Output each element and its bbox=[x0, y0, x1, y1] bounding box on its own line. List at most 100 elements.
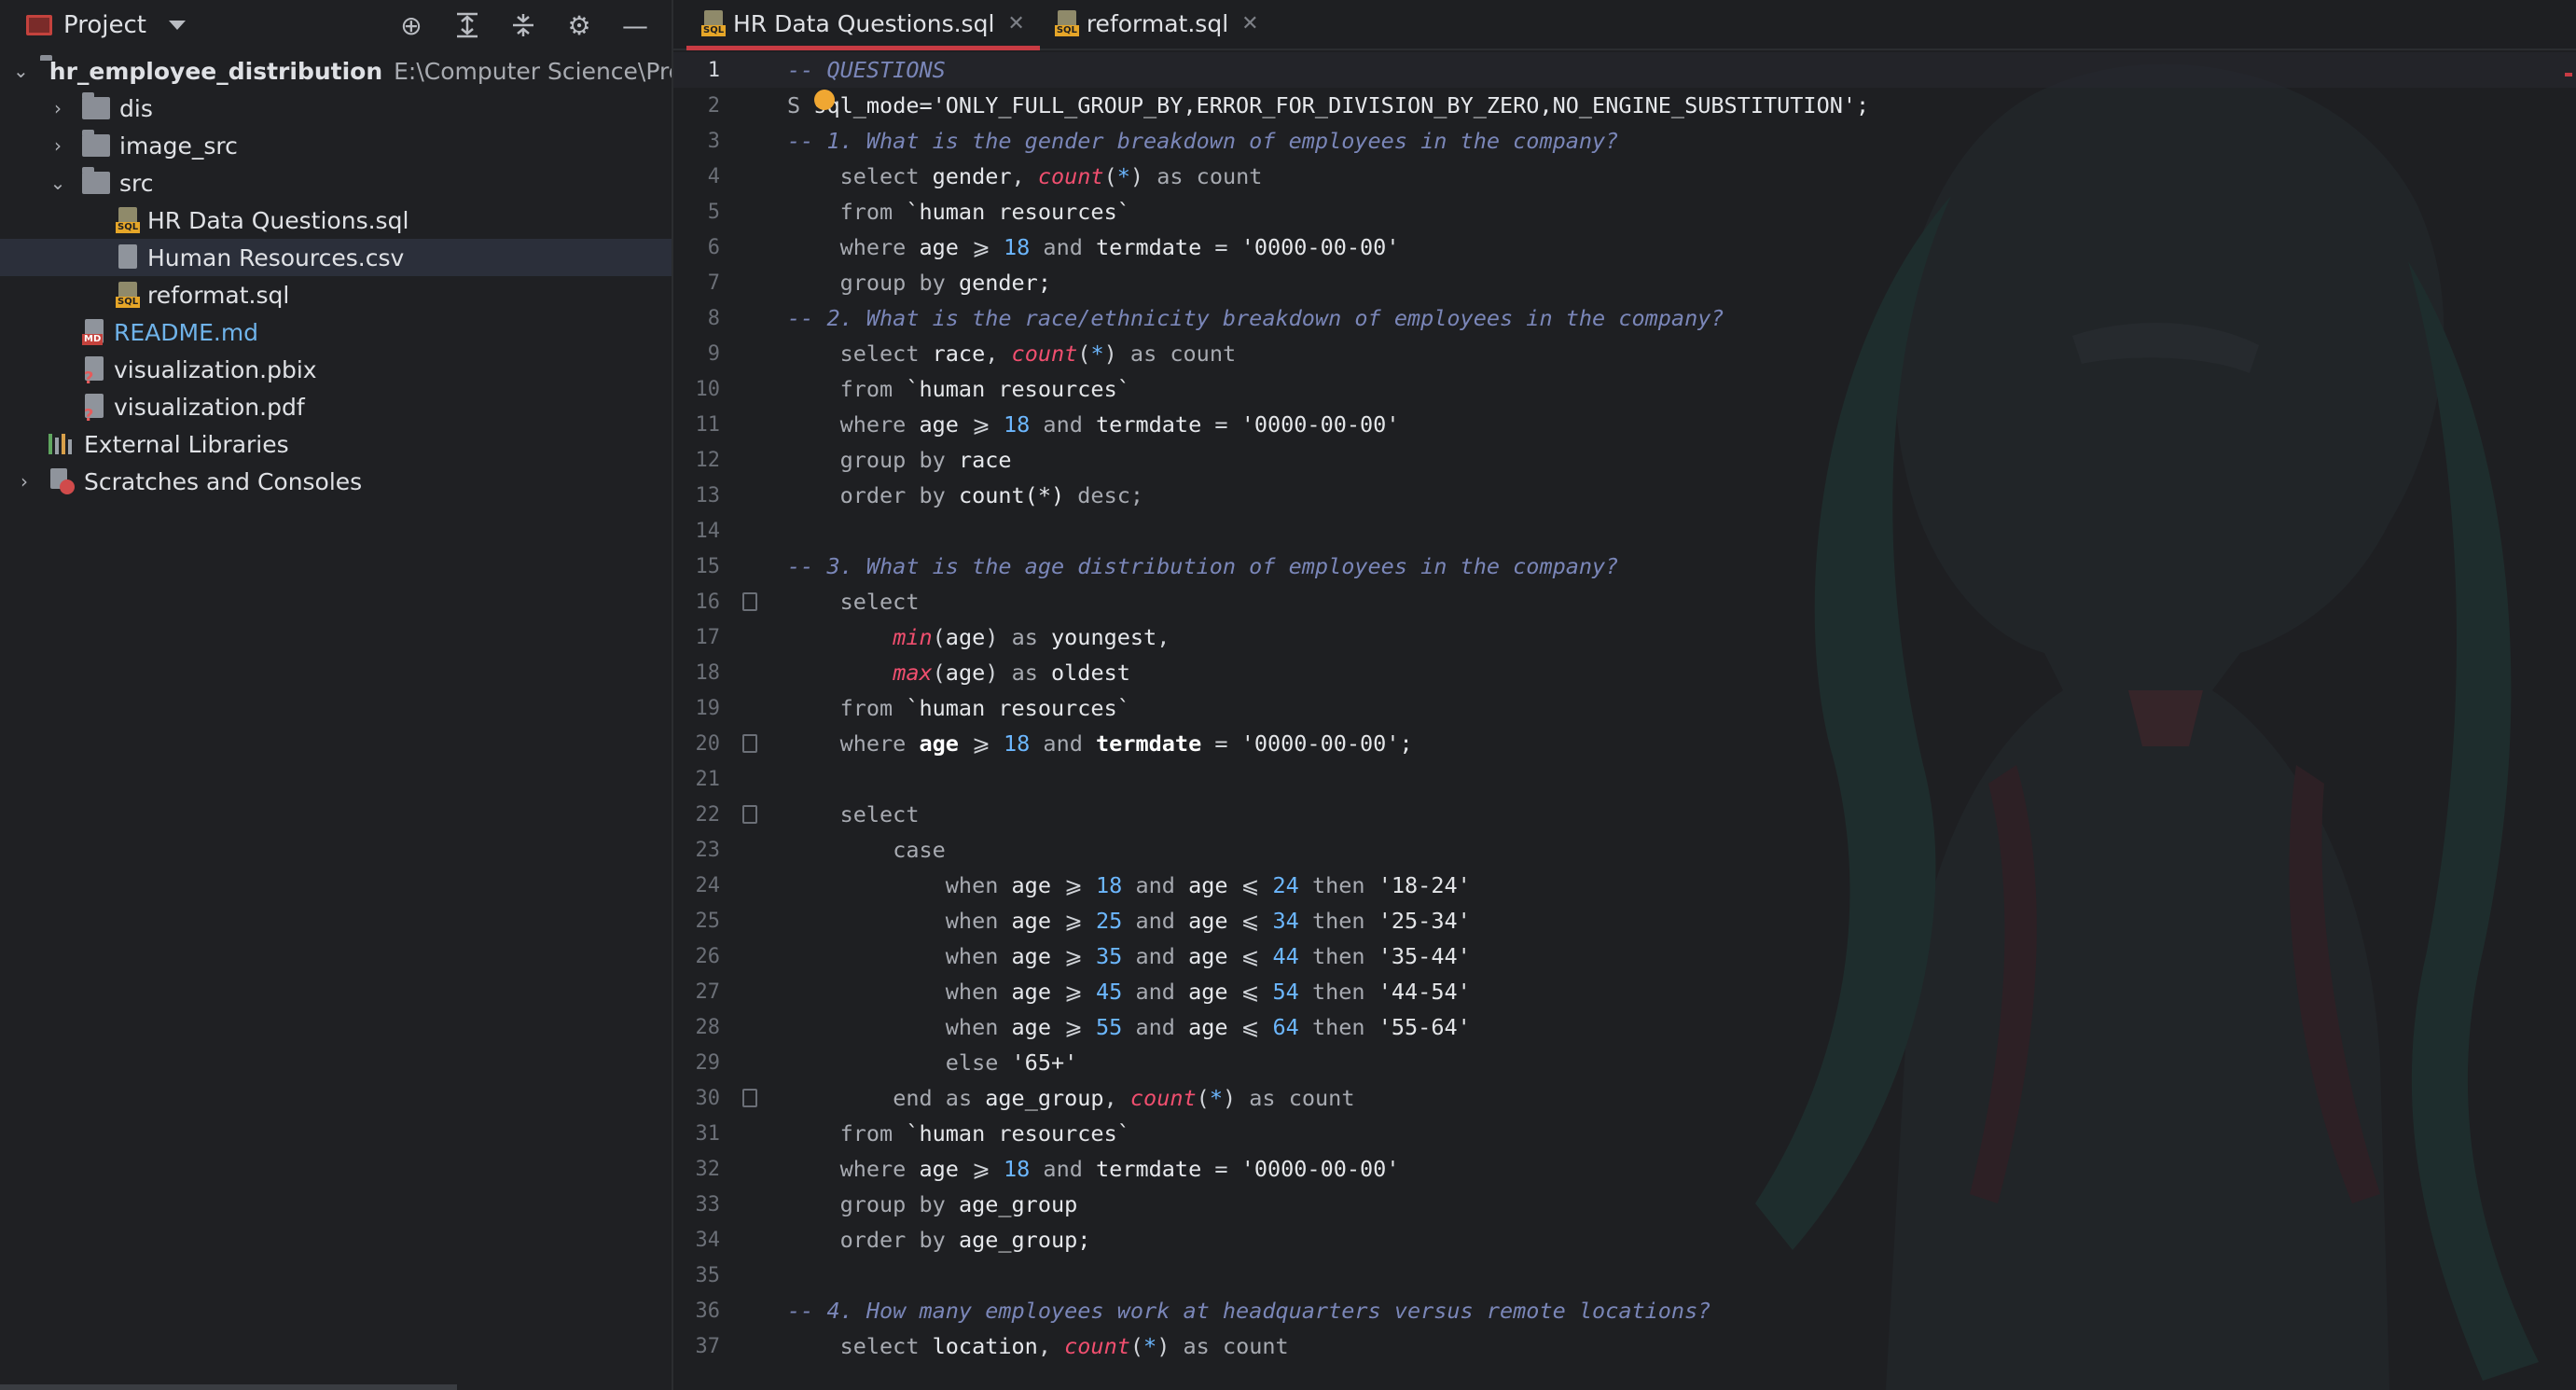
tree-item-human-resources[interactable]: Human Resources.csv bbox=[0, 239, 672, 276]
code-line[interactable]: 24 when age ⩾ 18 and age ⩽ 24 then '18-2… bbox=[673, 868, 2576, 903]
code-line[interactable]: 11 where age ⩾ 18 and termdate = '0000-0… bbox=[673, 407, 2576, 442]
code-line[interactable]: 10 from `human resources` bbox=[673, 371, 2576, 407]
code-line[interactable]: 8 -- 2. What is the race/ethnicity breakd… bbox=[673, 300, 2576, 336]
operator: * bbox=[1209, 1085, 1223, 1111]
gear-icon[interactable]: ⚙ bbox=[563, 9, 595, 41]
code-line[interactable]: 34 order by age_group; bbox=[673, 1222, 2576, 1258]
code-line[interactable]: 3 -- 1. What is the gender breakdown of e… bbox=[673, 123, 2576, 159]
intention-bulb-icon[interactable] bbox=[814, 90, 835, 110]
fold-icon[interactable] bbox=[742, 592, 757, 611]
editor-tab-bar: SQL HR Data Questions.sql ✕ SQL reformat… bbox=[673, 0, 2576, 50]
code-line[interactable]: 26 when age ⩾ 35 and age ⩽ 44 then '35-4… bbox=[673, 938, 2576, 974]
tree-item-image-src[interactable]: › image_src bbox=[0, 127, 672, 164]
punctuation: ( bbox=[932, 660, 946, 686]
code-line[interactable]: 25 when age ⩾ 25 and age ⩽ 34 then '25-3… bbox=[673, 903, 2576, 938]
close-icon[interactable]: ✕ bbox=[1241, 12, 1258, 35]
keyword: as bbox=[1011, 660, 1038, 686]
fold-icon[interactable] bbox=[742, 805, 757, 824]
code-line[interactable]: 23 case bbox=[673, 832, 2576, 868]
code-line[interactable]: 15 -- 3. What is the age distribution of … bbox=[673, 549, 2576, 584]
chevron-down-icon[interactable] bbox=[168, 21, 186, 30]
chevron-down-icon[interactable]: ⌄ bbox=[47, 172, 69, 194]
operator: ⩾ bbox=[972, 234, 990, 260]
fold-icon[interactable] bbox=[742, 1089, 757, 1107]
code-line[interactable]: 1 -- QUESTIONS bbox=[673, 52, 2576, 88]
code-line[interactable]: 32 where age ⩾ 18 and termdate = '0000-0… bbox=[673, 1151, 2576, 1187]
code-line[interactable]: 28 when age ⩾ 55 and age ⩽ 64 then '55-6… bbox=[673, 1009, 2576, 1045]
tree-item-dis[interactable]: › dis bbox=[0, 90, 672, 127]
line-number: 26 bbox=[695, 944, 721, 968]
chevron-right-icon[interactable]: › bbox=[47, 97, 69, 119]
line-number: 8 bbox=[707, 306, 720, 330]
tab-reformat[interactable]: SQL reformat.sql ✕ bbox=[1040, 0, 1274, 49]
code-line[interactable]: 35 bbox=[673, 1258, 2576, 1293]
tree-item-label: HR Data Questions.sql bbox=[147, 206, 409, 234]
code-line[interactable]: 13 order by count(*) desc; bbox=[673, 478, 2576, 513]
target-icon[interactable]: ⊕ bbox=[395, 9, 427, 41]
code-line[interactable]: 29 else '65+' bbox=[673, 1045, 2576, 1080]
horizontal-scrollbar[interactable] bbox=[0, 1384, 457, 1390]
close-icon[interactable]: ✕ bbox=[1007, 12, 1024, 35]
code-line[interactable]: 37 select location, count(*) as count bbox=[673, 1328, 2576, 1364]
folder-icon bbox=[82, 167, 110, 194]
line-number: 9 bbox=[707, 341, 720, 366]
code-line[interactable]: 14 bbox=[673, 513, 2576, 549]
code-line[interactable]: 18 max(age) as oldest bbox=[673, 655, 2576, 690]
identifier: age bbox=[1188, 1014, 1228, 1040]
code-line[interactable]: 22 select bbox=[673, 797, 2576, 832]
line-number: 25 bbox=[695, 909, 721, 933]
tree-item-src[interactable]: ⌄ src bbox=[0, 164, 672, 202]
tree-item-readme[interactable]: MD README.md bbox=[0, 313, 672, 351]
code-line[interactable]: 9 select race, count(*) as count bbox=[673, 336, 2576, 371]
keyword: when bbox=[945, 1014, 999, 1040]
code-line[interactable]: 36 -- 4. How many employees work at headq… bbox=[673, 1293, 2576, 1328]
chevron-right-icon[interactable]: › bbox=[47, 134, 69, 157]
number: 25 bbox=[1096, 908, 1123, 934]
code-line[interactable]: 19 from `human resources` bbox=[673, 690, 2576, 726]
code-line[interactable]: 4 select gender, count(*) as count bbox=[673, 159, 2576, 194]
code-line[interactable]: 30 end as age_group, count(*) as count bbox=[673, 1080, 2576, 1116]
code-line[interactable]: 20 where age ⩾ 18 and termdate = '0000-0… bbox=[673, 726, 2576, 761]
identifier: age bbox=[1011, 979, 1051, 1005]
code-line[interactable]: 21 bbox=[673, 761, 2576, 797]
code-line[interactable]: 5 from `human resources` bbox=[673, 194, 2576, 229]
code-line[interactable]: 16 select bbox=[673, 584, 2576, 619]
tree-item-hr-questions[interactable]: SQL HR Data Questions.sql bbox=[0, 202, 672, 239]
tab-hr-data-questions[interactable]: SQL HR Data Questions.sql ✕ bbox=[686, 0, 1040, 50]
sql-file-icon: SQL bbox=[1054, 10, 1079, 36]
sql-file-icon: SQL bbox=[116, 207, 141, 233]
code-line[interactable]: 17 min(age) as youngest, bbox=[673, 619, 2576, 655]
number: 64 bbox=[1272, 1014, 1299, 1040]
chevron-down-icon[interactable]: ⌄ bbox=[13, 60, 29, 82]
operator: ⩾ bbox=[1064, 943, 1083, 969]
project-view-selector[interactable]: Project bbox=[63, 11, 146, 39]
tree-item-root[interactable]: ⌄ hr_employee_distribution E:\Computer S… bbox=[0, 52, 672, 90]
tree-item-external-libraries[interactable]: External Libraries bbox=[0, 425, 672, 463]
tree-item-reformat[interactable]: SQL reformat.sql bbox=[0, 276, 672, 313]
minimize-icon[interactable]: — bbox=[619, 9, 651, 41]
project-panel-header: Project ⊕ ⚙ — bbox=[0, 0, 672, 50]
fold-icon[interactable] bbox=[742, 734, 757, 753]
line-number: 20 bbox=[695, 731, 721, 756]
code-line[interactable]: 27 when age ⩾ 45 and age ⩽ 54 then '44-5… bbox=[673, 974, 2576, 1009]
error-stripe-marker[interactable] bbox=[2565, 73, 2572, 76]
line-number: 29 bbox=[695, 1050, 721, 1075]
punctuation: ( bbox=[1129, 1333, 1144, 1359]
tree-item-scratches[interactable]: › Scratches and Consoles bbox=[0, 463, 672, 500]
code-line[interactable]: 33 group by age_group bbox=[673, 1187, 2576, 1222]
number: 18 bbox=[1003, 730, 1031, 757]
collapse-all-icon[interactable] bbox=[507, 9, 539, 41]
code-line[interactable]: 6 where age ⩾ 18 and termdate = '0000-00… bbox=[673, 229, 2576, 265]
tree-item-vis-pbix[interactable]: ? visualization.pbix bbox=[0, 351, 672, 388]
table-name: `human resources` bbox=[906, 1120, 1130, 1147]
punctuation: ) bbox=[985, 624, 999, 650]
code-line[interactable]: 7 group by gender; bbox=[673, 265, 2576, 300]
expand-all-icon[interactable] bbox=[451, 9, 483, 41]
code-line[interactable]: 31 from `human resources` bbox=[673, 1116, 2576, 1151]
code-area[interactable]: 1 -- QUESTIONS 2 S sql_mode='ONLY_FULL_GRO… bbox=[673, 52, 2576, 1359]
code-line[interactable]: 2 S sql_mode='ONLY_FULL_GROUP_BY,ERROR_FO… bbox=[673, 88, 2576, 123]
chevron-right-icon[interactable]: › bbox=[13, 470, 35, 493]
code-line[interactable]: 12 group by race bbox=[673, 442, 2576, 478]
tree-item-vis-pdf[interactable]: ? visualization.pdf bbox=[0, 388, 672, 425]
tree-item-label: visualization.pdf bbox=[114, 393, 305, 421]
